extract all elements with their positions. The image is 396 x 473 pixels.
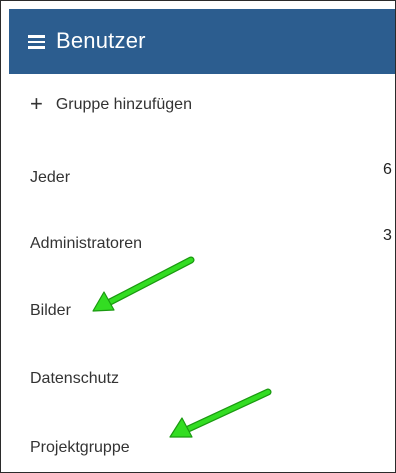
group-label: Bilder: [30, 302, 71, 319]
group-item-projektgruppe[interactable]: Projektgruppe: [30, 431, 395, 461]
group-member-count: 3: [383, 227, 392, 244]
group-item-datenschutz[interactable]: Datenschutz: [30, 362, 395, 392]
panel-header: Benutzer: [9, 9, 395, 74]
group-label: Administratoren: [30, 235, 143, 252]
group-item-bilder[interactable]: Bilder: [30, 294, 395, 324]
users-panel: Benutzer + Gruppe hinzufügen Jeder 6 Adm…: [0, 0, 396, 473]
add-group-button[interactable]: + Gruppe hinzufügen: [30, 90, 192, 117]
hamburger-icon[interactable]: [28, 35, 45, 49]
group-label: Projektgruppe: [30, 439, 130, 456]
group-member-count: 6: [383, 161, 392, 178]
group-item-jeder[interactable]: Jeder 6: [30, 161, 395, 191]
group-label: Jeder: [30, 169, 71, 186]
group-label: Datenschutz: [30, 370, 119, 387]
group-item-administratoren[interactable]: Administratoren 3: [30, 227, 395, 257]
page-title: Benutzer: [56, 28, 146, 53]
add-group-label: Gruppe hinzufügen: [55, 96, 192, 113]
plus-icon: +: [30, 90, 43, 116]
